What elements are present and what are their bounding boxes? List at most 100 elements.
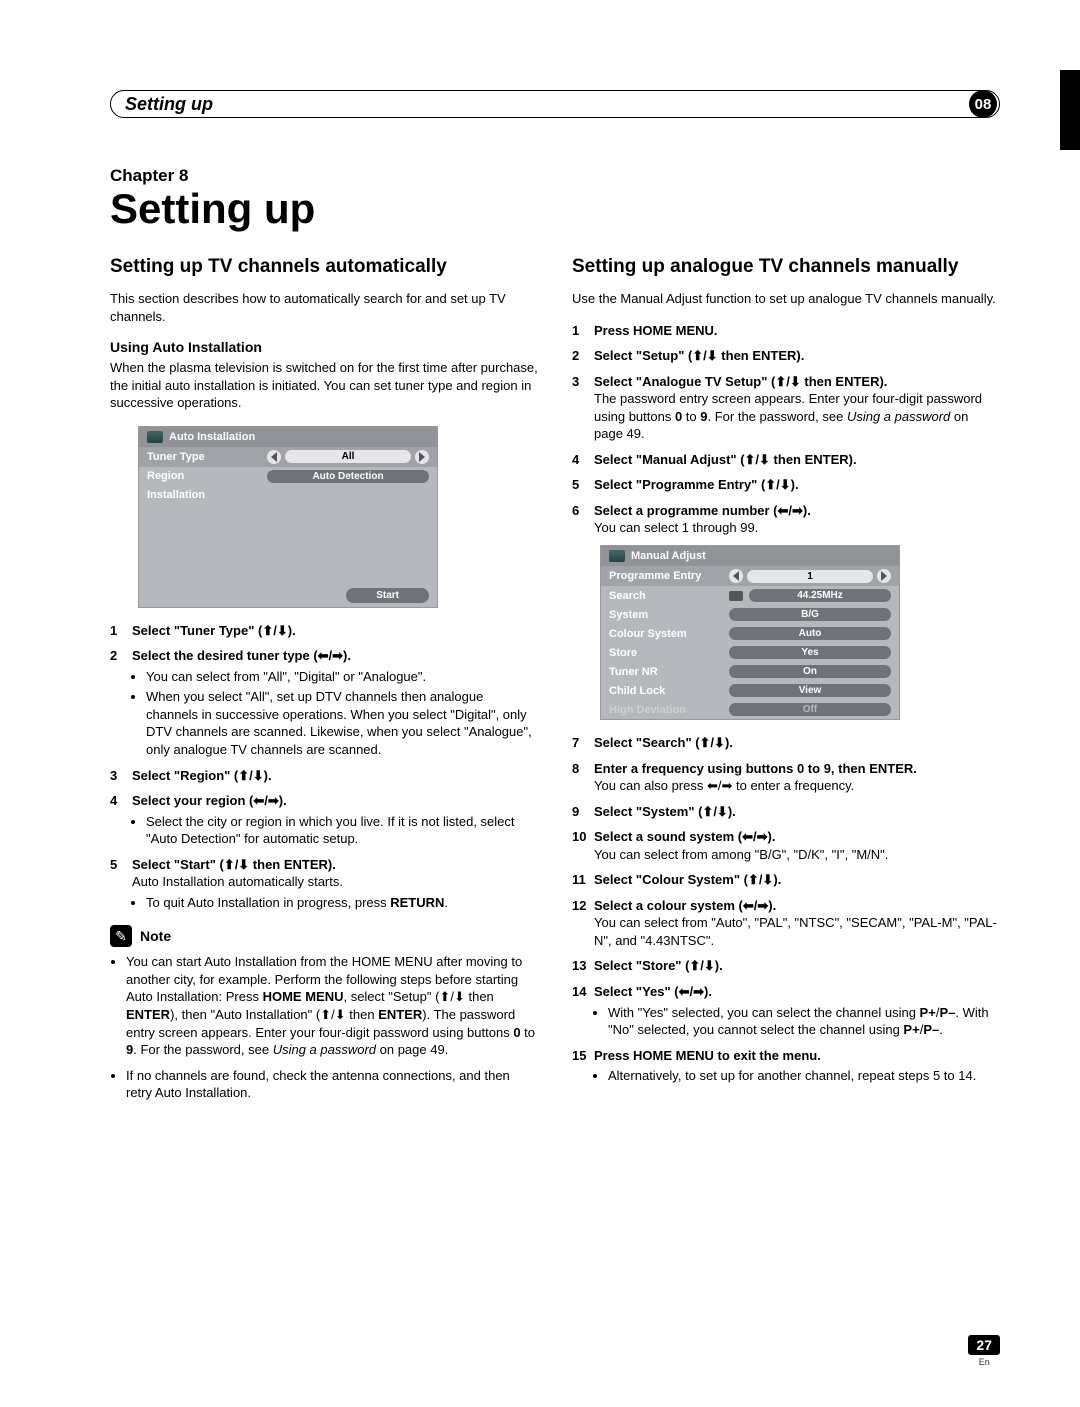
step: Select a programme number (⬅/➡). You can…: [572, 502, 1000, 537]
step-body: Auto Installation automatically starts.: [132, 873, 538, 891]
osd-value: On: [729, 665, 891, 678]
wrench-icon: [609, 550, 625, 562]
osd-row: Search 44.25MHz: [601, 586, 899, 605]
osd-value: Auto: [729, 627, 891, 640]
step: Select your region (⬅/➡). Select the cit…: [110, 792, 538, 848]
step-title: Select "Colour System" (⬆/⬇).: [594, 872, 781, 887]
step-title: Select "Start" (⬆/⬇ then ENTER).: [132, 857, 336, 872]
step: Select "Tuner Type" (⬆/⬇).: [110, 622, 538, 640]
osd-row-tuner-type: Tuner Type All: [139, 447, 437, 467]
step: Select "Setup" (⬆/⬇ then ENTER).: [572, 347, 1000, 365]
right-intro: Use the Manual Adjust function to set up…: [572, 290, 1000, 308]
osd-label: High Deviation: [609, 704, 729, 716]
right-arrow-icon: [415, 450, 429, 464]
page-number: 27: [968, 1335, 1000, 1355]
step-title: Select "Yes" (⬅/➡).: [594, 984, 712, 999]
step: Select "Manual Adjust" (⬆/⬇ then ENTER).: [572, 451, 1000, 469]
step-sub: With "Yes" selected, you can select the …: [608, 1004, 1000, 1039]
edge-tab: [1060, 70, 1080, 150]
step-title: Press HOME MENU to exit the menu.: [594, 1048, 821, 1063]
step: Select "System" (⬆/⬇).: [572, 803, 1000, 821]
step-title: Select a programme number (⬅/➡).: [594, 503, 811, 518]
osd-footer: Start: [139, 584, 437, 607]
step-title: Select "Tuner Type" (⬆/⬇).: [132, 623, 296, 638]
step: Select "Store" (⬆/⬇).: [572, 957, 1000, 975]
osd-value: Yes: [729, 646, 891, 659]
step-sub: Select the city or region in which you l…: [146, 813, 538, 848]
step-title: Select a sound system (⬅/➡).: [594, 829, 775, 844]
osd-label: Tuner NR: [609, 666, 729, 678]
osd-title: Manual Adjust: [601, 546, 899, 566]
left-arrow-icon: [267, 450, 281, 464]
osd-label: Search: [609, 590, 729, 602]
left-sub-body: When the plasma television is switched o…: [110, 359, 538, 412]
osd-row: Tuner NR On: [601, 662, 899, 681]
step-title: Enter a frequency using buttons 0 to 9, …: [594, 761, 917, 776]
right-steps-a: Press HOME MENU. Select "Setup" (⬆/⬇ the…: [572, 322, 1000, 537]
right-steps-b: Select "Search" (⬆/⬇). Enter a frequency…: [572, 734, 1000, 1085]
osd-label: System: [609, 609, 729, 621]
chapter-badge: 08: [969, 90, 997, 118]
step-title: Select "System" (⬆/⬇).: [594, 804, 736, 819]
right-arrow-icon: [877, 569, 891, 583]
left-title: Setting up TV channels automatically: [110, 256, 538, 278]
osd-value: Auto Detection: [267, 470, 429, 483]
step: Select "Yes" (⬅/➡). With "Yes" selected,…: [572, 983, 1000, 1039]
osd-label: Child Lock: [609, 685, 729, 697]
page-language: En: [968, 1357, 1000, 1367]
osd-value: All: [285, 450, 411, 463]
osd-label: Programme Entry: [609, 570, 729, 582]
step: Press HOME MENU.: [572, 322, 1000, 340]
osd-value: B/G: [729, 608, 891, 621]
osd-manual-adjust: Manual Adjust Programme Entry 1 Search 4…: [600, 545, 900, 720]
osd-row: Child Lock View: [601, 681, 899, 700]
osd-title-text: Manual Adjust: [631, 550, 706, 562]
step-sub: When you select "All", set up DTV channe…: [146, 688, 538, 758]
keypad-icon: [729, 591, 743, 601]
osd-title-text: Auto Installation: [169, 431, 255, 443]
pencil-icon: ✎: [110, 925, 132, 947]
osd-row-installation: Installation: [139, 486, 437, 504]
osd-label: Tuner Type: [147, 451, 267, 463]
osd-row: High Deviation Off: [601, 700, 899, 719]
right-title: Setting up analogue TV channels manually: [572, 256, 1000, 278]
step-title: Select "Manual Adjust" (⬆/⬇ then ENTER).: [594, 452, 857, 467]
step-sub: Alternatively, to set up for another cha…: [608, 1067, 1000, 1085]
osd-label: Store: [609, 647, 729, 659]
step-title: Select "Region" (⬆/⬇).: [132, 768, 272, 783]
osd-row: Store Yes: [601, 643, 899, 662]
step-body: The password entry screen appears. Enter…: [594, 390, 1000, 443]
osd-value: View: [729, 684, 891, 697]
step-title: Select "Setup" (⬆/⬇ then ENTER).: [594, 348, 804, 363]
page-number-box: 27 En: [968, 1335, 1000, 1367]
step: Select "Analogue TV Setup" (⬆/⬇ then ENT…: [572, 373, 1000, 443]
osd-row-region: Region Auto Detection: [139, 467, 437, 486]
step-body: You can select from among "B/G", "D/K", …: [594, 846, 1000, 864]
step-sub: You can select from "All", "Digital" or …: [146, 668, 538, 686]
osd-row: Colour System Auto: [601, 624, 899, 643]
step-title: Select "Programme Entry" (⬆/⬇).: [594, 477, 799, 492]
note-item: You can start Auto Installation from the…: [126, 953, 538, 1058]
step: Enter a frequency using buttons 0 to 9, …: [572, 760, 1000, 795]
osd-row: System B/G: [601, 605, 899, 624]
left-column: Setting up TV channels automatically Thi…: [110, 256, 538, 1110]
header-section: Setting up: [125, 94, 213, 115]
osd-label: Region: [147, 470, 267, 482]
step-title: Select "Analogue TV Setup" (⬆/⬇ then ENT…: [594, 374, 887, 389]
notes-list: You can start Auto Installation from the…: [126, 953, 538, 1101]
step: Select the desired tuner type (⬅/➡). You…: [110, 647, 538, 758]
osd-row: Programme Entry 1: [601, 566, 899, 586]
left-intro: This section describes how to automatica…: [110, 290, 538, 325]
step-title: Select "Store" (⬆/⬇).: [594, 958, 723, 973]
osd-label: Colour System: [609, 628, 729, 640]
step-sub: To quit Auto Installation in progress, p…: [146, 894, 538, 912]
step: Select "Colour System" (⬆/⬇).: [572, 871, 1000, 889]
note-header: ✎ Note: [110, 925, 538, 947]
osd-value: 1: [747, 570, 873, 583]
step-title: Press HOME MENU.: [594, 323, 718, 338]
step: Select "Start" (⬆/⬇ then ENTER). Auto In…: [110, 856, 538, 912]
step-title: Select your region (⬅/➡).: [132, 793, 287, 808]
osd-title: Auto Installation: [139, 427, 437, 447]
left-arrow-icon: [729, 569, 743, 583]
left-steps: Select "Tuner Type" (⬆/⬇). Select the de…: [110, 622, 538, 912]
